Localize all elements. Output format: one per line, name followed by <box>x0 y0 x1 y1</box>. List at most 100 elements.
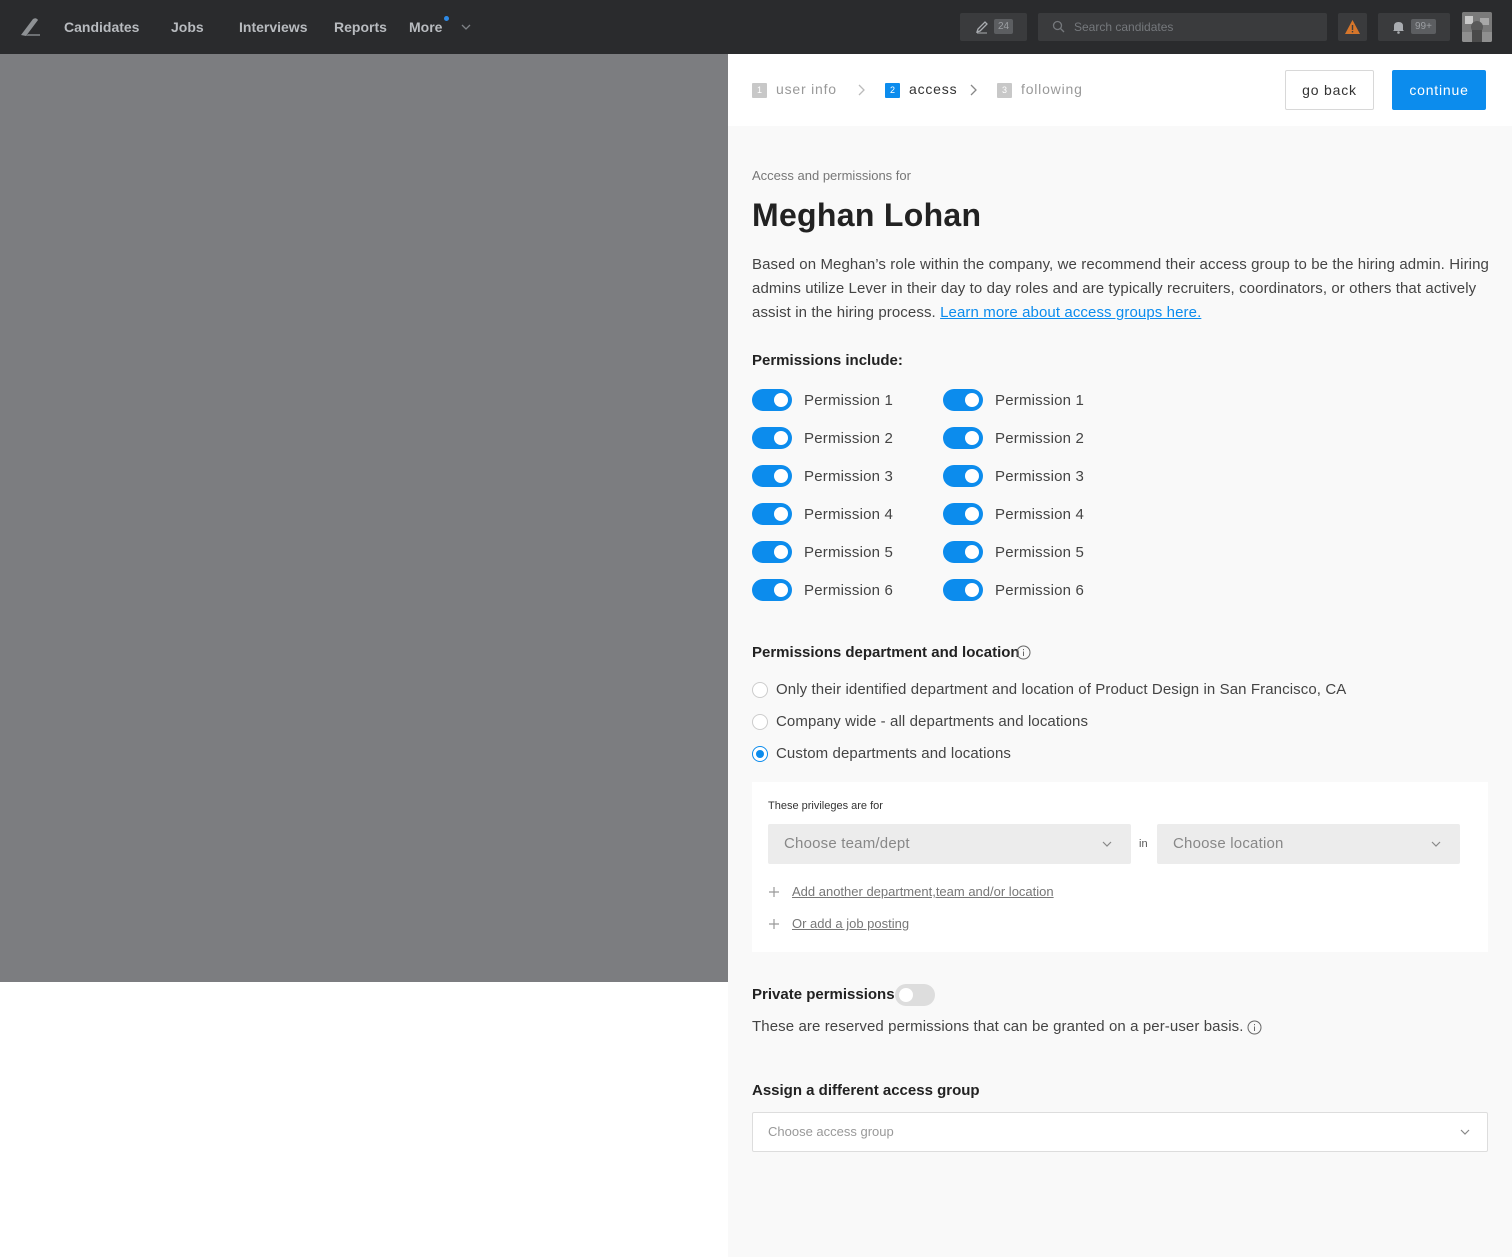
nav-more[interactable]: More <box>409 19 442 35</box>
permission-toggle[interactable] <box>752 465 792 487</box>
permission-toggle[interactable] <box>752 389 792 411</box>
step-number: 2 <box>885 83 900 98</box>
step-label: following <box>1021 81 1083 97</box>
chevron-right-icon <box>858 84 865 96</box>
in-label: in <box>1139 838 1148 850</box>
nav-reports[interactable]: Reports <box>334 19 387 35</box>
search-icon <box>1052 20 1065 33</box>
plus-icon <box>769 919 779 929</box>
private-permissions-heading: Private permissions <box>752 986 895 1003</box>
permission-toggle[interactable] <box>943 389 983 411</box>
toggle-knob <box>965 393 979 407</box>
select-placeholder: Choose access group <box>768 1124 894 1139</box>
permission-toggle[interactable] <box>943 579 983 601</box>
toggle-knob <box>774 507 788 521</box>
top-nav: Candidates Jobs Interviews Reports More … <box>0 0 1512 54</box>
permission-label: Permission 5 <box>804 544 894 561</box>
step-number: 1 <box>752 83 767 98</box>
chevron-down-icon <box>1431 841 1441 847</box>
toggle-knob <box>965 583 979 597</box>
chevron-down-icon <box>1460 1129 1470 1135</box>
avatar-image <box>1462 12 1492 42</box>
radio-label: Only their identified department and loc… <box>776 681 1347 698</box>
add-department-text: Add another department,team and/or locat… <box>792 884 1054 899</box>
bell-icon <box>1393 22 1404 34</box>
toggle-knob <box>965 431 979 445</box>
private-permissions-toggle[interactable] <box>895 984 935 1006</box>
toggle-knob <box>774 431 788 445</box>
permission-label: Permission 6 <box>995 582 1085 599</box>
toggle-knob <box>774 545 788 559</box>
search-placeholder: Search candidates <box>1074 20 1174 34</box>
nav-candidates[interactable]: Candidates <box>64 19 139 35</box>
toggle-knob <box>774 583 788 597</box>
custom-scope-label: These privileges are for <box>768 800 883 812</box>
chevron-down-icon <box>1102 841 1112 847</box>
access-description: Based on Meghan’s role within the compan… <box>752 253 1492 325</box>
compose-count-badge: 24 <box>994 19 1014 34</box>
toggle-knob <box>965 545 979 559</box>
permission-label: Permission 6 <box>804 582 894 599</box>
radio-label: Company wide - all departments and locat… <box>776 713 1089 730</box>
permission-toggle[interactable] <box>752 541 792 563</box>
permissions-heading: Permissions include: <box>752 352 903 369</box>
permission-toggle[interactable] <box>943 465 983 487</box>
permission-label: Permission 5 <box>995 544 1085 561</box>
notifications-count-badge: 99+ <box>1411 19 1436 34</box>
permission-label: Permission 4 <box>804 506 894 523</box>
location-select[interactable]: Choose location <box>1157 824 1460 864</box>
permission-label: Permission 2 <box>804 430 894 447</box>
toggle-knob <box>965 507 979 521</box>
step-number: 3 <box>997 83 1012 98</box>
permission-toggle[interactable] <box>752 503 792 525</box>
permission-toggle[interactable] <box>943 503 983 525</box>
permission-label: Permission 4 <box>995 506 1085 523</box>
permission-label: Permission 1 <box>995 392 1085 409</box>
permission-toggle[interactable] <box>943 427 983 449</box>
permission-label: Permission 3 <box>804 468 894 485</box>
radio-button[interactable] <box>752 746 768 762</box>
chevron-down-icon[interactable] <box>460 21 472 33</box>
info-icon[interactable] <box>1247 1020 1262 1035</box>
compose-button[interactable]: 24 <box>960 13 1027 41</box>
lever-logo-icon[interactable] <box>18 15 42 39</box>
permission-toggle[interactable] <box>752 427 792 449</box>
team-dept-select[interactable]: Choose team/dept <box>768 824 1131 864</box>
chevron-right-icon <box>970 84 977 96</box>
radio-button[interactable] <box>752 682 768 698</box>
permission-toggle[interactable] <box>752 579 792 601</box>
step-label: access <box>909 81 958 97</box>
page-title: Meghan Lohan <box>752 197 982 233</box>
select-placeholder: Choose team/dept <box>784 835 910 852</box>
page-eyebrow: Access and permissions for <box>752 168 911 183</box>
nav-interviews[interactable]: Interviews <box>239 19 307 35</box>
panel-header: 1 user info 2 access 3 following go back… <box>728 54 1512 126</box>
custom-scope-box: These privileges are for Choose team/dep… <box>752 782 1488 952</box>
continue-button[interactable]: continue <box>1392 70 1486 110</box>
alert-button[interactable] <box>1338 13 1367 41</box>
step-label: user info <box>776 81 837 97</box>
plus-icon <box>769 887 779 897</box>
avatar[interactable] <box>1462 12 1492 42</box>
more-indicator-dot <box>444 16 449 21</box>
modal-backdrop[interactable] <box>0 54 728 982</box>
notifications-button[interactable]: 99+ <box>1378 13 1450 41</box>
go-back-button[interactable]: go back <box>1285 70 1374 110</box>
scope-heading: Permissions department and location <box>752 644 1020 661</box>
radio-button[interactable] <box>752 714 768 730</box>
access-group-select[interactable]: Choose access group <box>752 1112 1488 1152</box>
info-icon[interactable] <box>1016 645 1031 660</box>
permission-toggle[interactable] <box>943 541 983 563</box>
radio-label: Custom departments and locations <box>776 745 1011 762</box>
permission-label: Permission 2 <box>995 430 1085 447</box>
add-job-posting-text: Or add a job posting <box>792 916 910 931</box>
select-placeholder: Choose location <box>1173 835 1284 852</box>
permission-label: Permission 3 <box>995 468 1085 485</box>
access-panel: 1 user info 2 access 3 following go back… <box>728 54 1512 1257</box>
access-group-heading: Assign a different access group <box>752 1082 980 1099</box>
search-input[interactable]: Search candidates <box>1038 13 1327 41</box>
permission-label: Permission 1 <box>804 392 894 409</box>
nav-jobs[interactable]: Jobs <box>171 19 204 35</box>
toggle-knob <box>965 469 979 483</box>
learn-more-link[interactable]: Learn more about access groups here. <box>940 304 1201 321</box>
